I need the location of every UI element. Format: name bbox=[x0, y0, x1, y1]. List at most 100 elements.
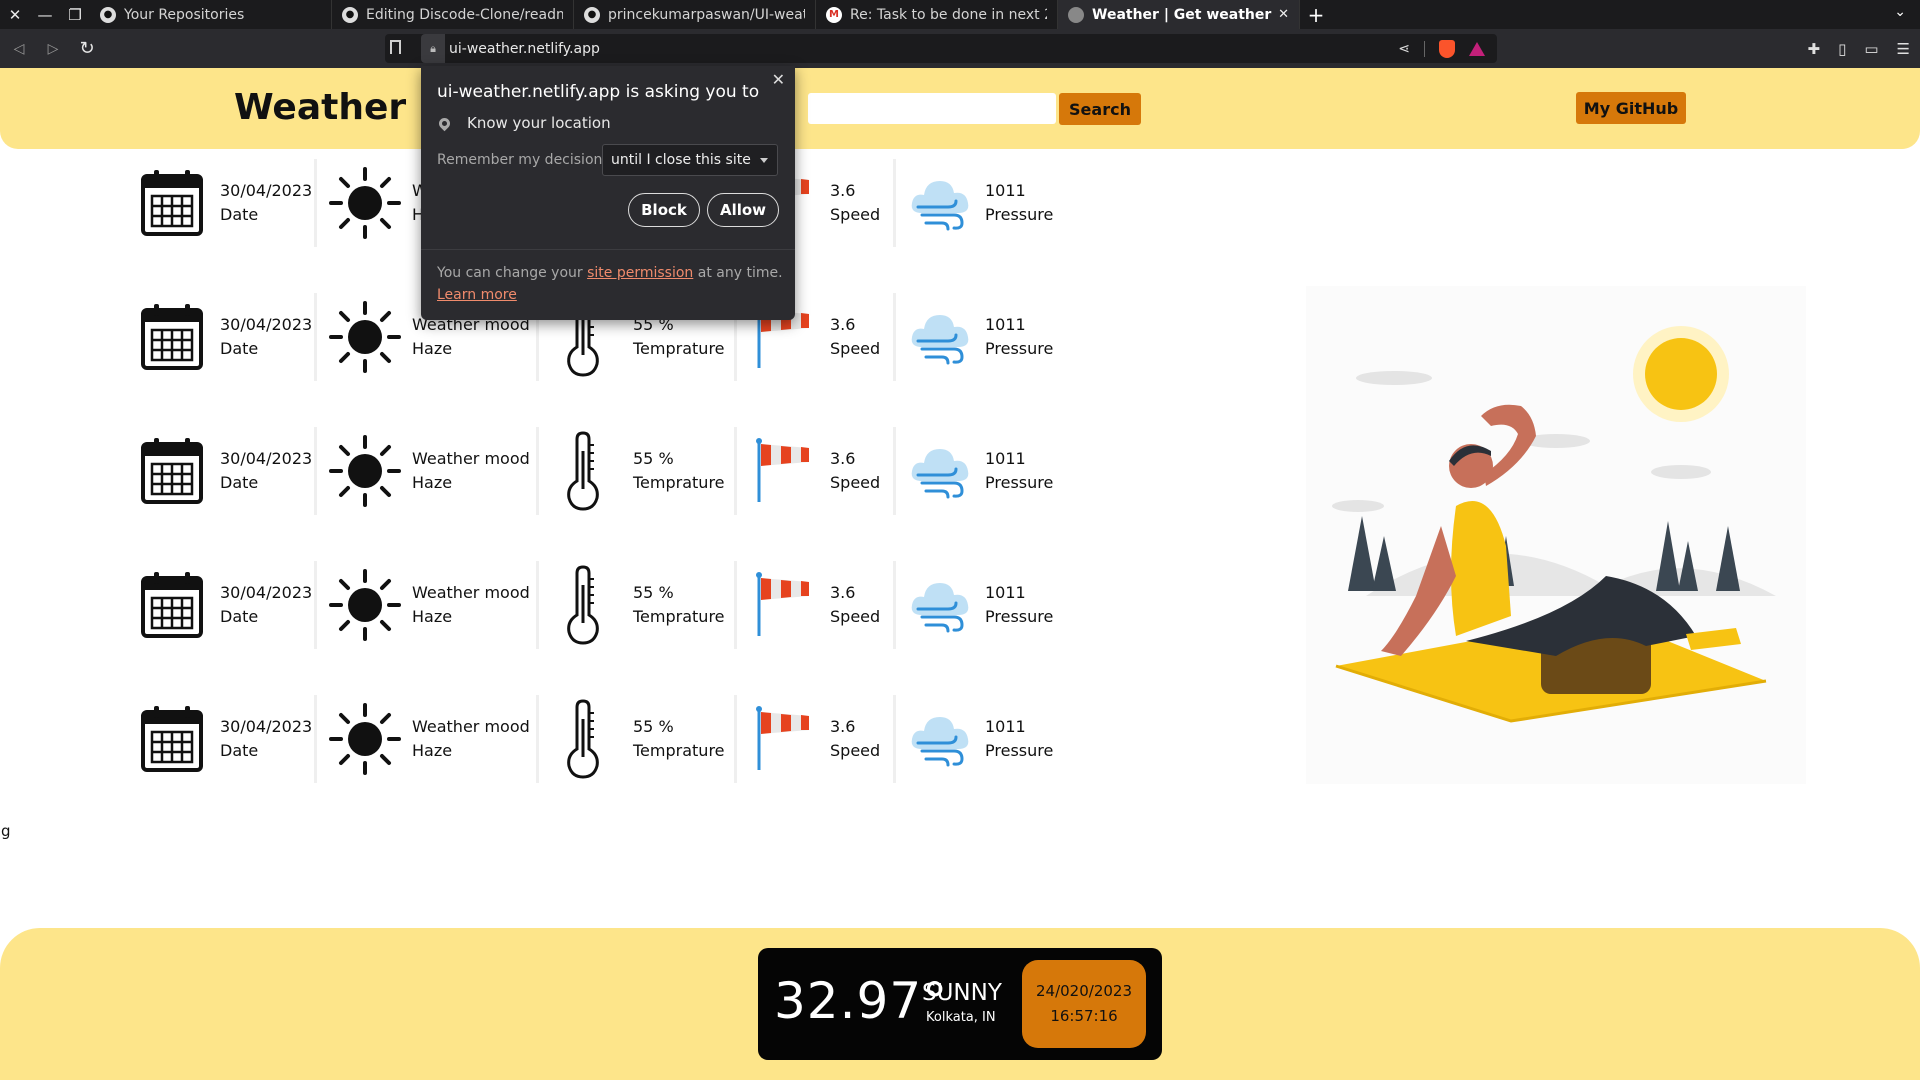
sun-icon bbox=[329, 297, 401, 377]
github-button[interactable]: My GitHub bbox=[1576, 92, 1686, 124]
tab-editing-discode[interactable]: ● Editing Discode-Clone/readm bbox=[332, 0, 574, 29]
forecast-row: 30/04/2023 Date Weather mood Haze 55 % Tempra… bbox=[132, 695, 1056, 817]
windsock-icon bbox=[753, 699, 813, 779]
forward-icon[interactable]: ▷ bbox=[38, 34, 68, 64]
block-button[interactable]: Block bbox=[628, 193, 700, 227]
gmail-icon: M bbox=[826, 6, 842, 23]
brave-shields-icon[interactable] bbox=[1439, 39, 1455, 58]
wallet-icon[interactable]: ▭ bbox=[1864, 40, 1878, 58]
wind-cloud-icon bbox=[908, 297, 974, 377]
tab-your-repositories[interactable]: ● Your Repositories bbox=[90, 0, 332, 29]
date-cell: 30/04/2023 Date bbox=[132, 427, 317, 515]
windsock-icon bbox=[753, 431, 813, 511]
close-tab-icon[interactable]: ✕ bbox=[1278, 7, 1289, 22]
learn-more-link[interactable]: Learn more bbox=[437, 287, 517, 303]
sun-icon bbox=[329, 431, 401, 511]
calendar-icon bbox=[137, 431, 207, 511]
minimize-window-icon[interactable]: — bbox=[30, 0, 60, 29]
remember-select[interactable]: until I close this site bbox=[602, 144, 778, 176]
allow-button[interactable]: Allow bbox=[707, 193, 779, 227]
reload-icon[interactable]: ↻ bbox=[72, 34, 102, 64]
calendar-icon bbox=[137, 565, 207, 645]
pressure-value: 1011 bbox=[985, 315, 1026, 334]
temperature-value: 55 % bbox=[633, 717, 674, 736]
sidebar-icon[interactable]: ▯ bbox=[1838, 40, 1846, 58]
tab-ui-weather-repo[interactable]: ● princekumarpaswan/UI-weat bbox=[574, 0, 816, 29]
brave-rewards-icon[interactable] bbox=[1469, 41, 1485, 56]
browser-nav-bar: ◁ ▷ ↻ 🔒︎ ui-weather.netlify.app ⋖ ✚ ▯ ▭ … bbox=[0, 29, 1920, 68]
url-text[interactable]: ui-weather.netlify.app bbox=[449, 41, 600, 57]
globe-icon bbox=[1068, 6, 1084, 23]
date-value: 30/04/2023 bbox=[220, 181, 313, 200]
date-time-box: 24/020/2023 16:57:16 bbox=[1022, 960, 1146, 1048]
site-permission-link[interactable]: site permission bbox=[587, 265, 693, 281]
date-value: 30/04/2023 bbox=[220, 717, 313, 736]
windsock-icon bbox=[753, 565, 813, 645]
date-cell: 30/04/2023 Date bbox=[132, 695, 317, 783]
tab-gmail[interactable]: M Re: Task to be done in next 24 bbox=[816, 0, 1058, 29]
temperature-cell: 55 % Temprature bbox=[539, 695, 737, 783]
search-button[interactable]: Search bbox=[1059, 93, 1141, 125]
note-text: You can change your bbox=[437, 265, 588, 281]
pressure-label: Pressure bbox=[985, 741, 1054, 760]
extensions-icon[interactable]: ✚ bbox=[1808, 40, 1821, 58]
current-weather-widget: 32.97° SUNNY Kolkata, IN 24/020/2023 16:… bbox=[758, 948, 1162, 1060]
temperature-label: Temprature bbox=[633, 741, 725, 760]
back-icon[interactable]: ◁ bbox=[4, 34, 34, 64]
new-tab-icon[interactable]: + bbox=[1300, 3, 1332, 27]
pressure-label: Pressure bbox=[985, 205, 1054, 224]
tab-weather[interactable]: Weather | Get weather of ✕ bbox=[1058, 0, 1300, 29]
sun-icon bbox=[329, 699, 401, 779]
calendar-icon bbox=[137, 163, 207, 243]
temperature-value: 55 % bbox=[633, 449, 674, 468]
speed-cell: 3.6 Speed bbox=[737, 695, 896, 783]
temperature-cell: 55 % Temprature bbox=[539, 561, 737, 649]
site-logo[interactable]: Weather bbox=[234, 87, 406, 128]
close-window-icon[interactable]: ✕ bbox=[0, 0, 30, 29]
pressure-label: Pressure bbox=[985, 607, 1054, 626]
pressure-cell: 1011 Pressure bbox=[896, 427, 1056, 515]
mood-label: Weather mood bbox=[412, 583, 530, 602]
note-text: at any time. bbox=[693, 265, 783, 281]
share-icon[interactable]: ⋖ bbox=[1398, 41, 1410, 57]
temperature-label: Temprature bbox=[633, 339, 725, 358]
speed-label: Speed bbox=[830, 339, 881, 358]
menu-icon[interactable]: ☰ bbox=[1897, 40, 1910, 58]
pressure-label: Pressure bbox=[985, 339, 1054, 358]
date-label: Date bbox=[220, 473, 259, 492]
location-permission-dialog: ui-weather.netlify.app is asking you to … bbox=[421, 66, 795, 320]
lock-icon[interactable]: 🔒︎ bbox=[421, 34, 445, 63]
current-date: 24/020/2023 bbox=[1036, 982, 1132, 1000]
tab-title: Re: Task to be done in next 24 bbox=[850, 6, 1047, 23]
forecast-row: 30/04/2023 Date Weather mood Haze 55 % Tempra… bbox=[132, 427, 1056, 549]
address-bar[interactable]: 🔒︎ ui-weather.netlify.app ⋖ bbox=[385, 34, 1497, 63]
close-icon[interactable]: ✕ bbox=[772, 70, 785, 89]
pressure-cell: 1011 Pressure bbox=[896, 561, 1056, 649]
speed-cell: 3.6 Speed bbox=[737, 561, 896, 649]
chevron-down-icon[interactable]: ⌄ bbox=[1894, 4, 1906, 20]
current-condition: SUNNY bbox=[922, 980, 1002, 1006]
date-value: 30/04/2023 bbox=[220, 315, 313, 334]
speed-value: 3.6 bbox=[830, 717, 856, 736]
page-header: Weather Search My GitHub bbox=[0, 68, 1920, 149]
wind-cloud-icon bbox=[908, 565, 974, 645]
temperature-label: Temprature bbox=[633, 607, 725, 626]
search-input[interactable] bbox=[808, 93, 1056, 124]
remember-label: Remember my decision bbox=[437, 152, 603, 168]
restore-window-icon[interactable]: ❐ bbox=[60, 0, 90, 29]
mood-cell: Weather mood Haze bbox=[317, 695, 539, 783]
thermometer-icon bbox=[559, 565, 607, 645]
pressure-label: Pressure bbox=[985, 473, 1054, 492]
speed-value: 3.6 bbox=[830, 315, 856, 334]
tab-title: Editing Discode-Clone/readm bbox=[366, 6, 563, 23]
dialog-title: ui-weather.netlify.app is asking you to bbox=[437, 82, 760, 102]
temperature-label: Temprature bbox=[633, 473, 725, 492]
date-label: Date bbox=[220, 741, 259, 760]
date-label: Date bbox=[220, 339, 259, 358]
tab-title: Weather | Get weather of bbox=[1092, 6, 1273, 23]
mood-value: Haze bbox=[412, 607, 453, 626]
mood-value: Haze bbox=[412, 741, 453, 760]
date-value: 30/04/2023 bbox=[220, 449, 313, 468]
bookmark-icon[interactable] bbox=[390, 40, 401, 54]
tab-title: princekumarpaswan/UI-weat bbox=[608, 6, 805, 23]
